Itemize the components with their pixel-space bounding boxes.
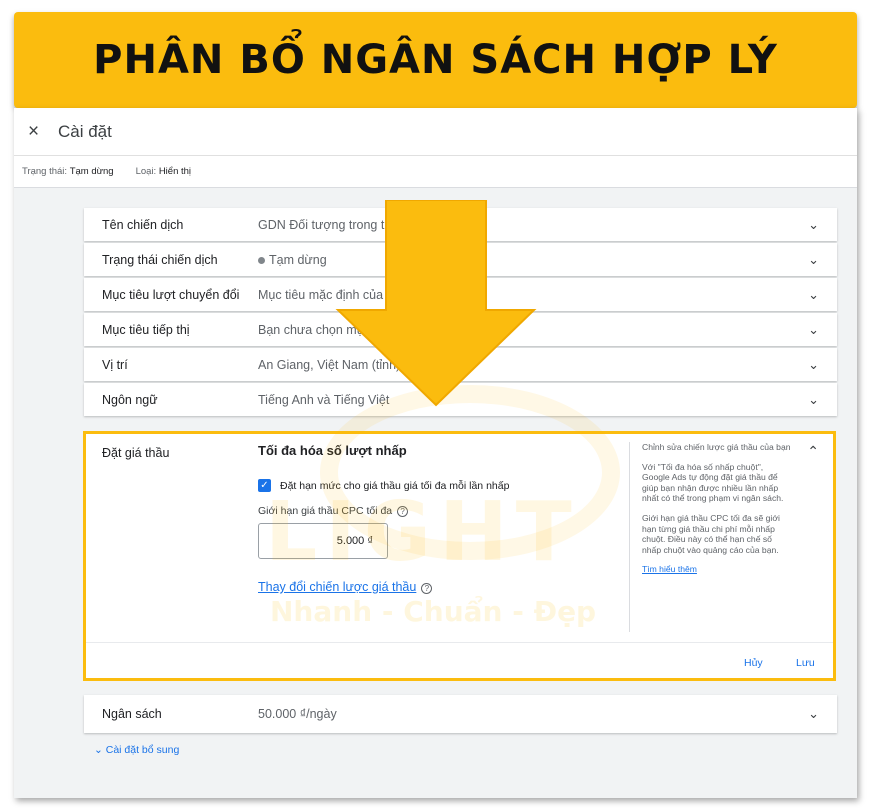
help-paragraph: Với "Tối đa hóa số nhấp chuột", Google A… <box>642 461 784 504</box>
max-cpc-input[interactable]: 5.000 ₫ <box>258 523 388 559</box>
help-title: Chỉnh sửa chiến lược giá thầu của bạn <box>642 442 791 452</box>
down-arrow-icon <box>335 200 537 407</box>
banner-title: PHÂN BỔ NGÂN SÁCH HỢP LÝ <box>93 37 778 83</box>
setting-value: 50.000 ₫/ngày <box>258 707 337 721</box>
cancel-button[interactable]: Hủy <box>744 657 763 669</box>
setting-label: Ngân sách <box>102 707 162 721</box>
checkbox-label: Đặt hạn mức cho giá thầu giá tối đa mỗi … <box>280 479 510 492</box>
additional-settings-link[interactable]: ⌄ Cài đặt bổ sung <box>94 744 179 756</box>
status-value: Tạm dừng <box>69 166 114 177</box>
info-icon[interactable]: ? <box>397 506 409 517</box>
setting-row-budget[interactable]: Ngân sách 50.000 ₫/ngày ⌄ <box>84 695 837 733</box>
chevron-down-icon[interactable]: ⌄ <box>808 217 819 233</box>
setting-label: Ngôn ngữ <box>102 392 158 407</box>
paused-dot-icon <box>258 256 265 264</box>
help-paragraph: Giới hạn giá thầu CPC tối đa sẽ giới hạn… <box>642 512 780 555</box>
chevron-down-icon[interactable]: ⌄ <box>808 287 819 303</box>
setting-label: Trạng thái chiến dịch <box>102 252 218 267</box>
change-strategy-link[interactable]: Thay đổi chiến lược giá thầu? <box>258 580 433 594</box>
close-icon[interactable]: × <box>28 121 48 143</box>
status-text: Tạm dừng <box>269 252 327 267</box>
bidding-label: Đặt giá thầu <box>102 446 170 460</box>
learn-more-link[interactable]: Tìm hiểu thêm <box>642 564 697 574</box>
divider <box>86 642 833 643</box>
additional-settings-text[interactable]: Cài đặt bổ sung <box>106 744 180 756</box>
cpc-limit-label: Giới hạn giá thầu CPC tối đa? <box>258 505 409 517</box>
max-cpc-checkbox-row[interactable]: ✓ Đặt hạn mức cho giá thầu giá tối đa mỗ… <box>258 479 509 492</box>
setting-label: Vị trí <box>102 357 128 372</box>
type-label: Loại: <box>135 166 157 177</box>
setting-label: Tên chiến dịch <box>102 217 184 232</box>
max-cpc-checkbox[interactable]: ✓ <box>258 479 271 492</box>
page-title: Cài đặt <box>58 121 112 141</box>
bidding-section: Đặt giá thầu Tối đa hóa số lượt nhấp ✓ Đ… <box>83 431 836 681</box>
info-icon[interactable]: ? <box>421 583 433 594</box>
help-panel: Chỉnh sửa chiến lược giá thầu của bạn Vớ… <box>642 442 792 584</box>
top-bar: × Cài đặt <box>14 108 857 156</box>
setting-label: Mục tiêu tiếp thị <box>102 322 190 337</box>
chevron-down-icon[interactable]: ⌄ <box>808 322 819 338</box>
type-value: Hiển thị <box>158 166 192 177</box>
change-strategy-text[interactable]: Thay đổi chiến lược giá thầu <box>258 580 416 594</box>
chevron-down-icon[interactable]: ⌄ <box>808 357 819 373</box>
setting-label: Mục tiêu lượt chuyển đổi <box>102 287 240 302</box>
bidding-strategy: Tối đa hóa số lượt nhấp <box>258 443 407 458</box>
chevron-up-icon[interactable]: ⌃ <box>807 443 819 460</box>
chevron-down-icon[interactable]: ⌄ <box>808 252 819 268</box>
status-label: Trạng thái: <box>22 166 68 177</box>
chevron-down-icon[interactable]: ⌄ <box>808 706 819 722</box>
chevron-down-icon[interactable]: ⌄ <box>808 392 819 408</box>
divider <box>629 442 630 632</box>
status-bar: Trạng thái: Tạm dừng Loại: Hiển thị <box>14 156 857 188</box>
chevron-down-icon: ⌄ <box>94 744 103 756</box>
save-button[interactable]: Lưu <box>796 657 815 669</box>
title-banner: PHÂN BỔ NGÂN SÁCH HỢP LÝ <box>14 12 857 108</box>
cpc-limit-text: Giới hạn giá thầu CPC tối đa <box>258 505 393 517</box>
setting-value: Tạm dừng <box>258 253 327 267</box>
